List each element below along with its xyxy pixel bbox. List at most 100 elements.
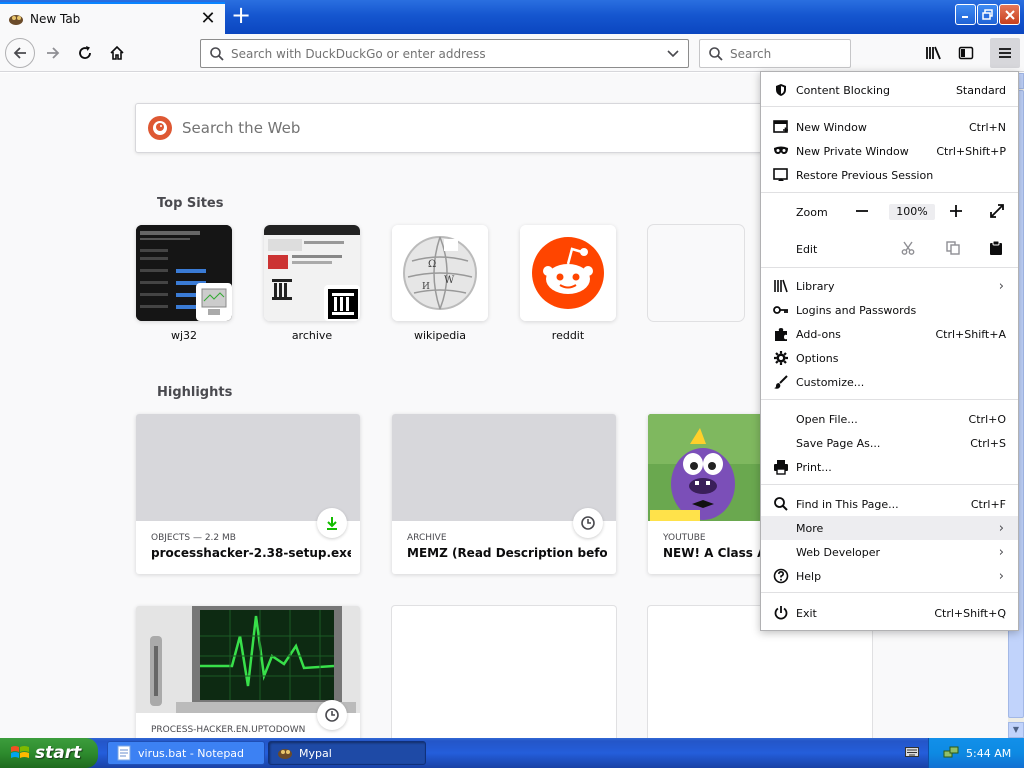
- search-icon: [210, 46, 224, 61]
- menu-separator: [761, 106, 1018, 107]
- open-menu-button[interactable]: [990, 38, 1020, 68]
- menu-logins-passwords[interactable]: Logins and Passwords: [761, 298, 1018, 322]
- chevron-right-icon: ›: [998, 278, 1004, 294]
- fullscreen-icon[interactable]: [989, 203, 1005, 222]
- card-thumbnail: [136, 606, 360, 713]
- taskbar: start virus.bat - Notepad Mypal 5:44 AM: [0, 738, 1024, 768]
- new-tab-button[interactable]: +: [229, 3, 253, 28]
- menu-addons[interactable]: Add-ons Ctrl+Shift+A: [761, 322, 1018, 346]
- zoom-in-icon[interactable]: [949, 204, 963, 221]
- cut-icon[interactable]: [901, 241, 915, 258]
- home-button[interactable]: [102, 38, 132, 68]
- menu-label: Find in This Page...: [796, 497, 899, 511]
- menu-separator: [761, 267, 1018, 268]
- menu-label: Logins and Passwords: [796, 303, 917, 317]
- chevron-down-icon[interactable]: [666, 47, 680, 61]
- menu-label: Print...: [796, 460, 832, 474]
- key-icon: [773, 302, 789, 318]
- chevron-right-icon: ›: [998, 544, 1004, 560]
- menu-separator: [761, 592, 1018, 593]
- top-site-archive[interactable]: archive: [264, 225, 360, 342]
- highlight-card[interactable]: ARCHIVE MEMZ (Read Description before ..…: [392, 414, 616, 574]
- menu-open-file[interactable]: Open File... Ctrl+O: [761, 407, 1018, 431]
- tab-title: New Tab: [30, 12, 81, 26]
- menu-restore-session[interactable]: Restore Previous Session: [761, 163, 1018, 187]
- taskbar-item-mypal[interactable]: Mypal: [268, 741, 426, 765]
- menu-more[interactable]: More ›: [761, 516, 1018, 540]
- sidebar-button[interactable]: [951, 38, 981, 68]
- power-icon: [773, 605, 789, 621]
- top-site-wj32[interactable]: wj32: [136, 225, 232, 342]
- printer-icon: [773, 459, 789, 475]
- menu-library[interactable]: Library ›: [761, 274, 1018, 298]
- menu-separator: [761, 399, 1018, 400]
- menu-help[interactable]: Help ›: [761, 564, 1018, 588]
- mypal-icon: [9, 15, 23, 25]
- sidebar-icon: [958, 46, 974, 60]
- system-tray: 5:44 AM: [928, 738, 1024, 768]
- copy-icon[interactable]: [946, 240, 960, 258]
- menu-label: Options: [796, 351, 839, 365]
- reload-button[interactable]: [70, 38, 100, 68]
- zoom-reset-button[interactable]: 100%: [889, 204, 935, 220]
- restore-button[interactable]: [977, 4, 998, 25]
- library-button[interactable]: [919, 38, 949, 68]
- puzzle-piece-icon: [773, 326, 789, 342]
- menu-new-private-window[interactable]: New Private Window Ctrl+Shift+P: [761, 139, 1018, 163]
- taskbar-item-notepad[interactable]: virus.bat - Notepad: [107, 741, 265, 765]
- tab-new-tab[interactable]: New Tab ✕: [0, 2, 225, 34]
- menu-label: Save Page As...: [796, 436, 881, 450]
- highlight-card[interactable]: OBJECTS — 2.2 MB processhacker-2.38-setu…: [136, 414, 360, 574]
- top-site-label: archive: [291, 329, 333, 342]
- close-tab-icon[interactable]: ✕: [197, 8, 219, 30]
- top-sites-heading[interactable]: Top Sites: [157, 196, 224, 211]
- menu-save-page[interactable]: Save Page As... Ctrl+S: [761, 431, 1018, 455]
- reddit-alien-icon: [520, 225, 616, 321]
- start-label: start: [35, 743, 82, 763]
- menu-label: Zoom: [796, 205, 828, 219]
- zoom-out-icon[interactable]: [855, 204, 869, 221]
- menu-web-developer[interactable]: Web Developer ›: [761, 540, 1018, 564]
- scroll-down-icon[interactable]: ▼: [1008, 722, 1024, 738]
- forward-button[interactable]: [38, 38, 68, 68]
- menu-label: Content Blocking: [796, 83, 891, 97]
- minimize-button[interactable]: [955, 4, 976, 25]
- url-input[interactable]: [231, 46, 666, 61]
- highlight-card[interactable]: PROCESS-HACKER.EN.UPTODOWN: [136, 606, 360, 738]
- menu-shortcut: Ctrl+N: [968, 120, 1006, 134]
- highlight-placeholder: [392, 606, 616, 738]
- clock[interactable]: 5:44 AM: [966, 747, 1011, 760]
- menu-find-in-page[interactable]: Find in This Page... Ctrl+F: [761, 492, 1018, 516]
- search-input[interactable]: [730, 46, 840, 61]
- shield-icon: [773, 82, 789, 98]
- menu-new-window[interactable]: New Window Ctrl+N: [761, 115, 1018, 139]
- close-window-button[interactable]: [999, 4, 1020, 25]
- search-icon: [773, 496, 789, 512]
- back-button[interactable]: [5, 38, 35, 68]
- menu-shortcut: Ctrl+S: [970, 436, 1006, 450]
- menu-customize[interactable]: Customize...: [761, 370, 1018, 394]
- network-icon[interactable]: [943, 745, 959, 761]
- highlights-heading[interactable]: Highlights: [157, 385, 232, 400]
- duckduckgo-icon: [148, 116, 172, 140]
- menu-shortcut: Ctrl+F: [970, 497, 1006, 511]
- menu-exit[interactable]: Exit Ctrl+Shift+Q: [761, 601, 1018, 625]
- top-site-wikipedia[interactable]: Ω W И wikipedia: [392, 225, 488, 342]
- menu-shortcut: Ctrl+O: [968, 412, 1006, 426]
- keyboard-icon[interactable]: [905, 746, 919, 758]
- address-bar[interactable]: [200, 39, 689, 68]
- menu-options[interactable]: Options: [761, 346, 1018, 370]
- search-bar[interactable]: [699, 39, 851, 68]
- top-site-reddit[interactable]: reddit: [520, 225, 616, 342]
- windows-logo-icon: [11, 746, 29, 758]
- paintbrush-icon: [773, 374, 789, 390]
- start-button[interactable]: start: [0, 738, 98, 768]
- chevron-right-icon: ›: [998, 568, 1004, 584]
- back-arrow-icon: [13, 47, 26, 59]
- paste-icon[interactable]: [989, 240, 1003, 259]
- web-search-input[interactable]: [182, 119, 782, 137]
- top-site-empty[interactable]: [648, 225, 744, 329]
- menu-print[interactable]: Print...: [761, 455, 1018, 479]
- svg-text:Ω: Ω: [428, 259, 436, 270]
- menu-content-blocking[interactable]: Content Blocking Standard: [761, 78, 1018, 102]
